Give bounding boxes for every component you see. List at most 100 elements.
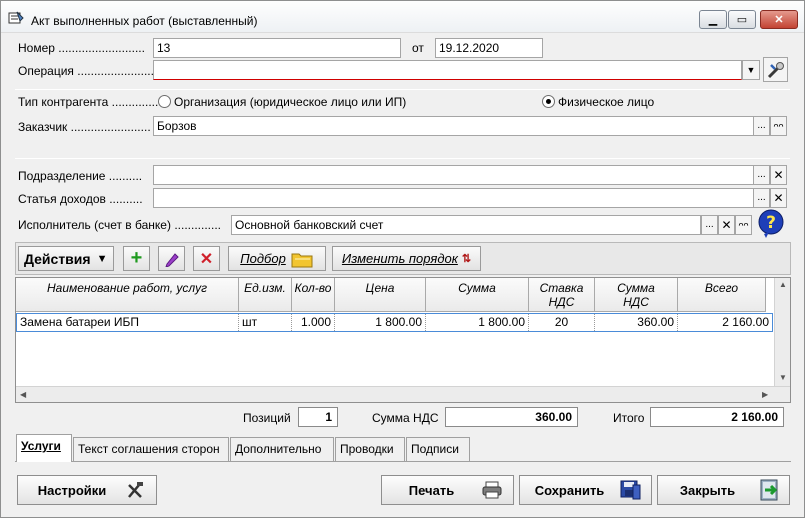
radio-person[interactable]	[542, 95, 555, 108]
operation-label: Операция ........................	[18, 64, 158, 78]
close-button[interactable]: Закрыть	[657, 475, 790, 505]
scroll-left-icon[interactable]: ◀	[20, 390, 26, 399]
add-row-button[interactable]: +	[123, 246, 150, 271]
contractor-type-label: Тип контрагента ...............	[18, 95, 162, 109]
scroll-right-icon[interactable]: ▶	[762, 390, 768, 399]
tools-icon	[767, 61, 784, 78]
scroll-up-icon[interactable]: ▲	[779, 280, 787, 289]
close-window-button[interactable]: ✕	[760, 10, 798, 29]
operation-select[interactable]	[153, 60, 742, 80]
radio-organization-label: Организация (юридическое лицо или ИП)	[174, 95, 407, 109]
minimize-button[interactable]: ▁	[699, 10, 727, 29]
document-window: Акт выполненных работ (выставленный) ▁ ▭…	[0, 0, 805, 518]
income-label-text: Статья доходов	[18, 192, 106, 206]
division-label-text: Подразделение	[18, 169, 106, 183]
operation-dropdown-button[interactable]: ▼	[742, 60, 760, 80]
cell-name[interactable]: Замена батареи ИБП	[17, 314, 239, 331]
vat-total-label: Сумма НДС	[372, 411, 439, 425]
vat-total-value: 360.00	[445, 407, 578, 427]
reorder-label: Изменить порядок	[341, 251, 458, 266]
help-button[interactable]: ?	[756, 208, 788, 240]
executor-open-button[interactable]: ᴖᴖ	[735, 215, 752, 235]
customer-select-button[interactable]: ...	[753, 116, 770, 136]
ellipsis-icon: ...	[757, 120, 766, 131]
select-items-button[interactable]: Подбор	[228, 246, 326, 271]
maximize-icon: ▭	[736, 14, 748, 26]
date-field[interactable]: 19.12.2020	[435, 38, 543, 58]
settings-button[interactable]: Настройки	[17, 475, 157, 505]
scroll-down-icon[interactable]: ▼	[779, 373, 787, 382]
executor-label: Исполнитель (счет в банке) .............…	[18, 218, 221, 232]
customer-field[interactable]: Борзов	[153, 116, 754, 136]
radio-person-label: Физическое лицо	[558, 95, 655, 109]
folder-icon	[291, 253, 313, 267]
tab-services[interactable]: Услуги	[16, 434, 72, 462]
close-icon: ✕	[774, 14, 784, 26]
sort-icon: ⇅	[461, 253, 472, 265]
cell-vat-rate[interactable]: 20	[529, 314, 595, 331]
window-title: Акт выполненных работ (выставленный)	[31, 14, 258, 28]
tab-agreement-text[interactable]: Текст соглашения сторон	[73, 437, 229, 461]
print-button[interactable]: Печать	[381, 475, 514, 505]
table-row[interactable]: Замена батареи ИБП шт 1.000 1 800.00 1 8…	[16, 313, 773, 332]
save-button[interactable]: Сохранить	[519, 475, 652, 505]
svg-text:?: ?	[766, 213, 776, 233]
delete-row-button[interactable]: ✕	[193, 246, 220, 271]
col-header-name[interactable]: Наименование работ, услуг	[16, 278, 239, 312]
number-field[interactable]: 13	[153, 38, 401, 58]
glasses-icon: ᴖᴖ	[773, 120, 784, 131]
tab-signatures[interactable]: Подписи	[406, 437, 470, 461]
col-header-unit[interactable]: Ед.изм.	[239, 278, 292, 312]
col-header-price[interactable]: Цена	[335, 278, 426, 312]
vertical-scrollbar[interactable]: ▲ ▼	[774, 278, 790, 386]
close-icon: ✕	[773, 191, 784, 205]
delete-icon: ✕	[199, 250, 214, 268]
income-clear-button[interactable]: ✕	[770, 188, 787, 208]
cell-total[interactable]: 2 160.00	[678, 314, 772, 331]
division-field[interactable]	[153, 165, 754, 185]
select-label: Подбор	[240, 251, 286, 266]
cell-sum[interactable]: 1 800.00	[426, 314, 529, 331]
print-label: Печать	[408, 482, 455, 498]
operation-wizard-button[interactable]	[763, 57, 788, 82]
col-header-qty[interactable]: Кол-во	[292, 278, 335, 312]
actions-menu-button[interactable]: Действия ▼	[18, 246, 114, 271]
table-header: Наименование работ, услуг Ед.изм. Кол-во…	[16, 278, 766, 312]
help-icon: ?	[758, 209, 784, 238]
maximize-button[interactable]: ▭	[728, 10, 756, 29]
tab-additional[interactable]: Дополнительно	[230, 437, 334, 461]
date-label: от	[412, 41, 424, 55]
ellipsis-icon: ...	[757, 169, 766, 180]
caret-down-icon: ▼	[96, 252, 108, 265]
col-header-vat-sum[interactable]: Сумма НДС	[595, 278, 678, 312]
save-label: Сохранить	[534, 482, 605, 498]
separator	[15, 89, 790, 90]
income-label: Статья доходов ..........	[18, 192, 143, 206]
executor-clear-button[interactable]: ✕	[718, 215, 735, 235]
col-header-vat-rate[interactable]: Ставка НДС	[529, 278, 595, 312]
close-label: Закрыть	[679, 482, 736, 498]
division-select-button[interactable]: ...	[753, 165, 770, 185]
customer-open-button[interactable]: ᴖᴖ	[770, 116, 787, 136]
tab-postings[interactable]: Проводки	[335, 437, 405, 461]
executor-select-button[interactable]: ...	[701, 215, 718, 235]
executor-field[interactable]: Основной банковский счет	[231, 215, 701, 235]
cell-unit[interactable]: шт	[239, 314, 292, 331]
income-field[interactable]	[153, 188, 754, 208]
radio-organization[interactable]	[158, 95, 171, 108]
chevron-down-icon: ▼	[746, 64, 756, 75]
horizontal-scrollbar[interactable]: ◀ ▶	[16, 386, 790, 402]
reorder-button[interactable]: Изменить порядок ⇅	[332, 246, 481, 271]
col-header-total[interactable]: Всего	[678, 278, 766, 312]
edit-row-button[interactable]	[158, 246, 185, 271]
ellipsis-icon: ...	[757, 192, 766, 203]
customer-label: Заказчик ........................	[18, 120, 151, 134]
division-clear-button[interactable]: ✕	[770, 165, 787, 185]
settings-label: Настройки	[37, 482, 107, 498]
cell-price[interactable]: 1 800.00	[335, 314, 426, 331]
income-select-button[interactable]: ...	[753, 188, 770, 208]
col-header-sum[interactable]: Сумма	[426, 278, 529, 312]
operation-label-text: Операция	[18, 64, 74, 78]
cell-qty[interactable]: 1.000	[292, 314, 335, 331]
cell-vat-sum[interactable]: 360.00	[595, 314, 678, 331]
